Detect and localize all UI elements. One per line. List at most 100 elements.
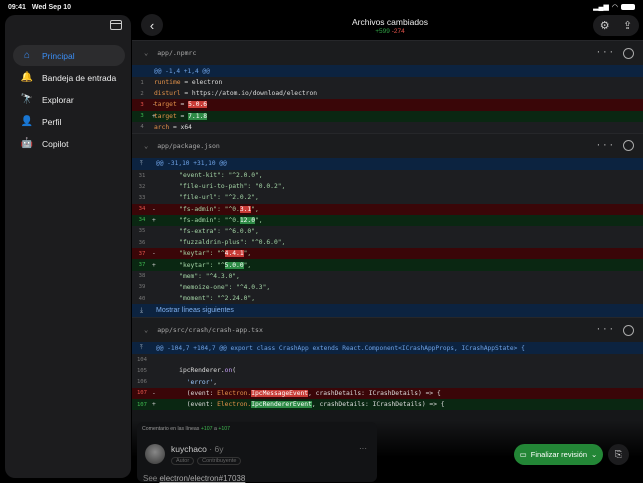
- file-diff: ⌄ app/.npmrc ··· @@ -1,4 +1,4 @@ 1 runtime = …: [132, 40, 643, 133]
- review-icon: ▭: [519, 450, 527, 459]
- diff-line[interactable]: 40 "moment": "^2.24.0",: [132, 293, 643, 305]
- comment-age: · 6y: [209, 444, 224, 454]
- code-token: "event-kit": "^2.0.0",: [164, 172, 263, 180]
- hunk-text: @@ -104,7 +104,7 @@ export class CrashAp…: [156, 344, 525, 352]
- file-header[interactable]: ⌄ app/src/crash/crash-app.tsx ···: [132, 317, 643, 343]
- copilot-icon: 🤖: [20, 138, 34, 149]
- diff-line[interactable]: 37- "keytar": "^ 4.4.1 ",: [132, 248, 643, 260]
- line-number: 3: [140, 101, 144, 108]
- home-icon: ⌂: [23, 50, 31, 61]
- expand-up-icon[interactable]: ⤒: [140, 344, 156, 352]
- diff-line[interactable]: 34- "fs-admin": "^0. 3.1 ",: [132, 203, 643, 215]
- contributor-badge: Contribuyente: [197, 457, 242, 465]
- gear-icon[interactable]: ⚙: [600, 19, 610, 32]
- diff-line[interactable]: 2 disturl = https://atom.io/download/elec…: [132, 88, 643, 100]
- code-token: "file-uri-to-path": "0.0.2",: [164, 183, 286, 191]
- diff-line[interactable]: 34 + "fs-admin": "^0. 12.0 ",: [132, 214, 643, 226]
- code-token: target: [154, 112, 177, 120]
- sidebar-toggle-icon[interactable]: [110, 20, 122, 30]
- signal-icon: ▂▄▆: [593, 4, 609, 11]
- code-token: "fuzzaldrin-plus": "^0.6.0",: [164, 239, 286, 247]
- more-options-icon[interactable]: ···: [596, 325, 615, 335]
- code-token: "keytar": "^: [164, 250, 225, 258]
- diff-sign: +: [152, 261, 156, 269]
- diff-line[interactable]: 1 runtime = electron: [132, 77, 643, 89]
- more-options-icon[interactable]: ···: [596, 48, 615, 58]
- diff-line[interactable]: 104: [132, 354, 643, 366]
- line-number: 37: [138, 262, 146, 269]
- diff-sign: -: [152, 250, 156, 258]
- diff-line[interactable]: 4 arch = x64: [132, 121, 643, 133]
- diff-line[interactable]: 36 "fuzzaldrin-plus": "^0.6.0",: [132, 237, 643, 249]
- chevron-down-icon[interactable]: ⌄: [144, 142, 148, 150]
- sidebar-item-principal[interactable]: ⌂ Principal: [13, 45, 125, 66]
- more-options-icon[interactable]: ···: [596, 141, 615, 151]
- line-number: 39: [138, 284, 146, 291]
- code-token: 5.0.0: [224, 261, 244, 269]
- sidebar-item-copilot[interactable]: 🤖 Copilot: [13, 133, 125, 154]
- code-token: Electron.: [217, 389, 252, 397]
- chevron-down-icon[interactable]: ⌄: [144, 326, 148, 334]
- code-token: IpcMessageEvent: [251, 389, 309, 397]
- code-token: 5.0.6: [188, 101, 208, 109]
- share-icon[interactable]: ⇪: [623, 19, 632, 32]
- diff-line[interactable]: 32 "file-uri-to-path": "0.0.2",: [132, 181, 643, 193]
- code-token: =: [176, 112, 189, 120]
- code-token: , crashDetails: ICrashDetails) => {: [311, 401, 445, 409]
- diff-line[interactable]: 37 + "keytar": "^ 5.0.0 ",: [132, 259, 643, 271]
- viewed-checkbox[interactable]: [623, 140, 634, 152]
- line-number: 37: [138, 250, 146, 257]
- sidebar-item-bandeja-de-entrada[interactable]: 🔔 Bandeja de entrada: [13, 67, 125, 88]
- changes-button[interactable]: ⎘: [608, 444, 629, 465]
- diff-line[interactable]: 31 "event-kit": "^2.0.0",: [132, 169, 643, 182]
- code-token: "fs-extra": "^6.0.0",: [164, 227, 259, 235]
- additions-count: +599: [375, 28, 390, 35]
- file-diff: ⌄ app/package.json ··· ⤒ @@ -31,10 +31,10 @@…: [132, 132, 643, 318]
- line-number: 104: [136, 356, 148, 363]
- avatar[interactable]: [145, 444, 165, 464]
- author-name[interactable]: kuychaco: [171, 444, 207, 454]
- comment-card[interactable]: Comentario en las líneas +107 a +107 kuy…: [137, 422, 377, 483]
- comment-more-icon[interactable]: ···: [359, 444, 367, 453]
- code-token: "mem": "^4.3.0",: [164, 272, 240, 280]
- diff-line[interactable]: 39 "memoize-one": "^4.0.3",: [132, 281, 643, 293]
- code-token: "memoize-one": "^4.0.3",: [164, 283, 271, 291]
- page-title: Archivos cambiados +599 -274: [320, 17, 460, 35]
- diff-line[interactable]: 3- target = 5.0.6: [132, 99, 643, 111]
- code-token: (event:: [164, 401, 218, 409]
- line-number: 40: [138, 295, 146, 302]
- sidebar-item-explorar[interactable]: 🔭 Explorar: [13, 89, 125, 110]
- line-number: 2: [140, 90, 144, 97]
- back-button[interactable]: ‹: [141, 14, 163, 36]
- code-token: 4.4.1: [224, 250, 244, 258]
- diff-line[interactable]: 106 'error',: [132, 376, 643, 388]
- sidebar: ⌂ Principal 🔔 Bandeja de entrada 🔭 Explorar 👤 P…: [5, 15, 131, 478]
- line-number: 34: [138, 206, 146, 213]
- viewed-checkbox[interactable]: [623, 324, 634, 336]
- finish-review-button[interactable]: ▭ Finalizar revisión ⌄: [514, 444, 603, 465]
- diff-line[interactable]: 35 "fs-extra": "^6.0.0",: [132, 225, 643, 238]
- file-diff: ⌄ app/src/crash/crash-app.tsx ··· ⤒ @@ -104,…: [132, 317, 643, 411]
- diff-line[interactable]: 105 ipcRenderer. on(: [132, 365, 643, 377]
- diff-view[interactable]: ⌄ app/.npmrc ··· @@ -1,4 +1,4 @@ 1 runtime = …: [132, 40, 643, 482]
- chevron-down-icon: ⌄: [591, 450, 598, 459]
- diff-line[interactable]: 3 + target = 7.1.8: [132, 110, 643, 122]
- diff-line[interactable]: 107 + (event: Electron. IpcRendererEvent, …: [132, 398, 643, 411]
- sidebar-item-perfil[interactable]: 👤 Perfil: [13, 111, 125, 132]
- chevron-down-icon[interactable]: ⌄: [144, 49, 148, 57]
- line-number: 106: [136, 379, 148, 386]
- show-more-lines-button[interactable]: ⤓ Mostrar líneas siguientes: [132, 304, 643, 318]
- line-number: 36: [138, 239, 146, 246]
- viewed-checkbox[interactable]: [623, 47, 634, 59]
- code-token: target: [154, 101, 177, 109]
- code-token: 'error': [164, 378, 214, 386]
- file-header[interactable]: ⌄ app/.npmrc ···: [132, 40, 643, 65]
- diff-line[interactable]: 107- (event: Electron. IpcMessageEvent, c…: [132, 387, 643, 399]
- diff-line[interactable]: 33 "file-url": "^2.0.2",: [132, 192, 643, 204]
- diff-line[interactable]: 38 "mem": "^4.3.0",: [132, 270, 643, 282]
- file-header[interactable]: ⌄ app/package.json ···: [132, 132, 643, 158]
- line-number: 3: [140, 113, 144, 120]
- hunk-header: ⤒ @@ -31,10 +31,10 @@: [132, 157, 643, 170]
- expand-up-icon[interactable]: ⤒: [140, 160, 156, 168]
